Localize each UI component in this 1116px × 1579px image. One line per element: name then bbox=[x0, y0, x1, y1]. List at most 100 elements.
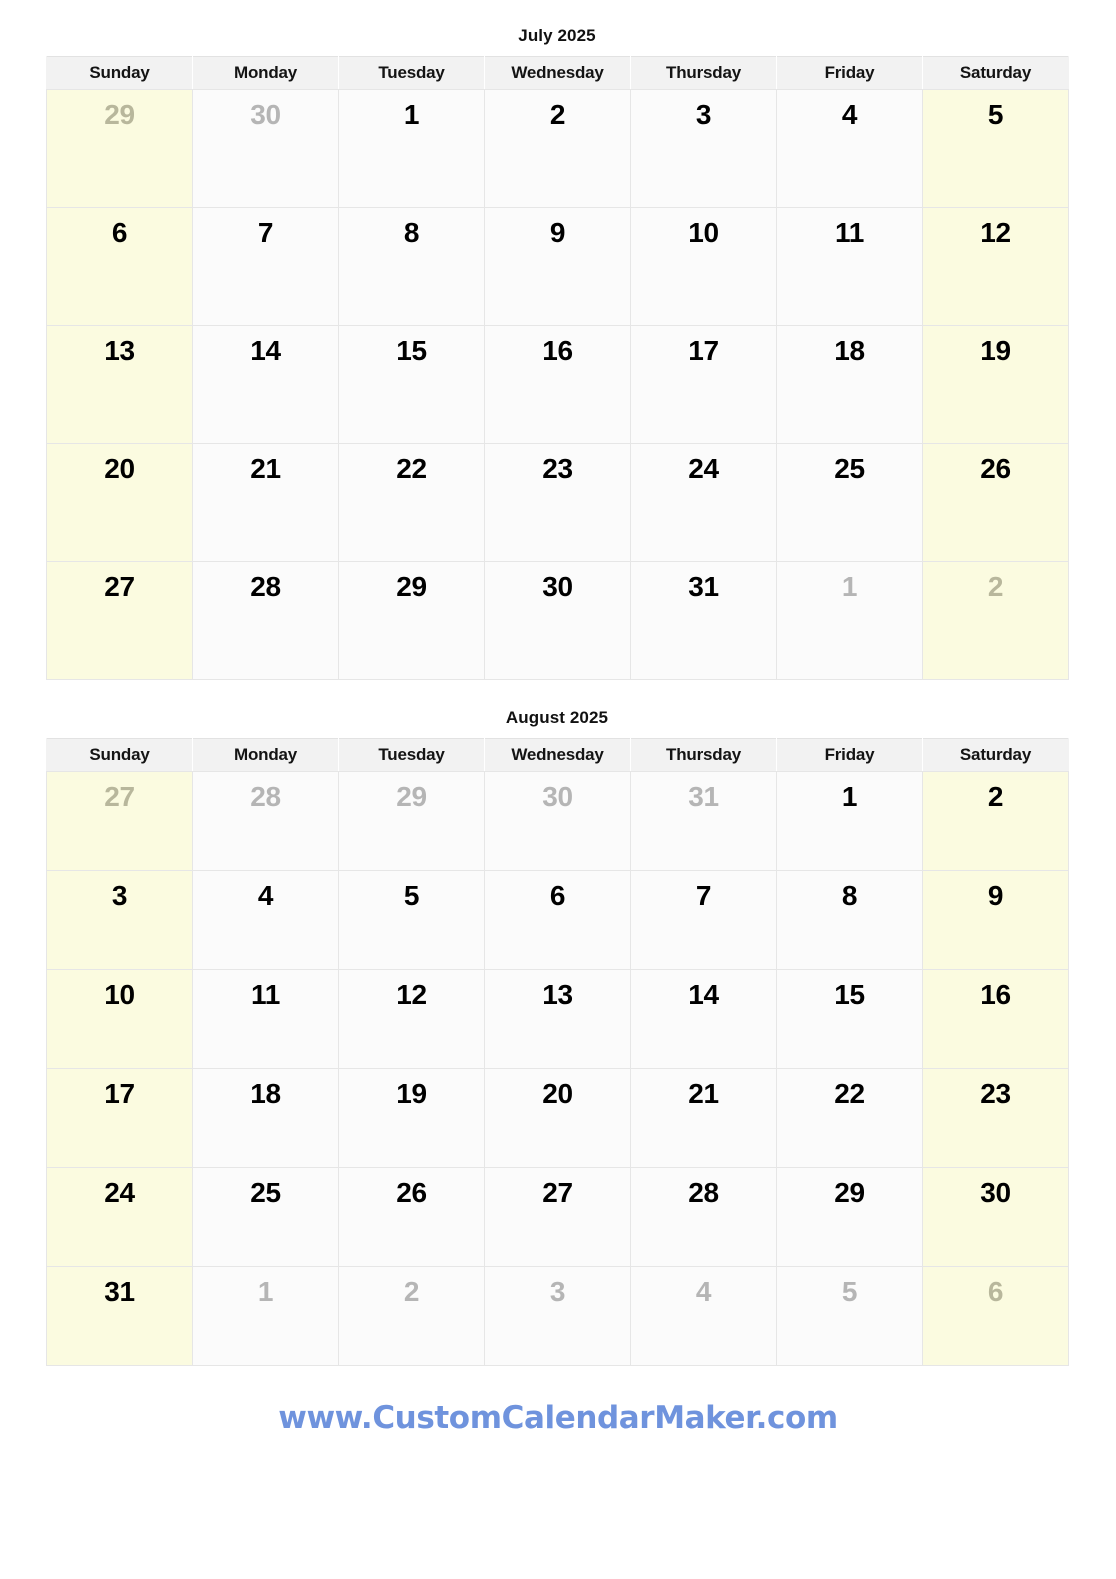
day-name-row: Sunday Monday Tuesday Wednesday Thursday Frid… bbox=[46, 56, 1069, 90]
calendar-day-cell[interactable]: 2 bbox=[484, 89, 631, 208]
day-number: 22 bbox=[396, 453, 427, 484]
calendar-day-cell[interactable]: 6 bbox=[922, 1266, 1069, 1366]
calendar-day-cell[interactable]: 31 bbox=[630, 771, 777, 871]
day-number: 20 bbox=[104, 453, 135, 484]
calendar-day-cell[interactable]: 26 bbox=[338, 1167, 485, 1267]
calendar-week-row: 17 18 19 20 21 22 23 bbox=[46, 1068, 1069, 1168]
calendar-day-cell[interactable]: 7 bbox=[630, 870, 777, 970]
calendar-day-cell[interactable]: 20 bbox=[484, 1068, 631, 1168]
calendar-day-cell[interactable]: 2 bbox=[338, 1266, 485, 1366]
day-number: 24 bbox=[688, 453, 719, 484]
calendar-day-cell[interactable]: 11 bbox=[776, 207, 923, 326]
calendar-day-cell[interactable]: 16 bbox=[922, 969, 1069, 1069]
day-number: 28 bbox=[250, 571, 281, 602]
calendar-day-cell[interactable]: 16 bbox=[484, 325, 631, 444]
day-name-row: Sunday Monday Tuesday Wednesday Thursday Frid… bbox=[46, 738, 1069, 772]
calendar-day-cell[interactable]: 28 bbox=[192, 771, 339, 871]
calendar-day-cell[interactable]: 2 bbox=[922, 771, 1069, 871]
calendar-day-cell[interactable]: 10 bbox=[630, 207, 777, 326]
calendar-day-cell[interactable]: 12 bbox=[922, 207, 1069, 326]
calendar-day-cell[interactable]: 5 bbox=[338, 870, 485, 970]
calendar-day-cell[interactable]: 25 bbox=[192, 1167, 339, 1267]
calendar-day-cell[interactable]: 21 bbox=[192, 443, 339, 562]
day-number: 1 bbox=[841, 571, 858, 602]
calendar-day-cell[interactable]: 31 bbox=[630, 561, 777, 680]
calendar-day-cell[interactable]: 17 bbox=[630, 325, 777, 444]
calendar-day-cell[interactable]: 11 bbox=[192, 969, 339, 1069]
day-number: 2 bbox=[403, 1276, 420, 1307]
calendar-day-cell[interactable]: 3 bbox=[630, 89, 777, 208]
calendar-day-cell[interactable]: 22 bbox=[338, 443, 485, 562]
footer-website-link[interactable]: www.CustomCalendarMaker.com bbox=[278, 1400, 838, 1436]
calendar-day-cell[interactable]: 17 bbox=[46, 1068, 193, 1168]
day-number: 2 bbox=[549, 99, 566, 130]
day-number: 24 bbox=[104, 1177, 135, 1208]
calendar-day-cell[interactable]: 6 bbox=[484, 870, 631, 970]
calendar-day-cell[interactable]: 7 bbox=[192, 207, 339, 326]
calendar-day-cell[interactable]: 4 bbox=[776, 89, 923, 208]
calendar-day-cell[interactable]: 14 bbox=[192, 325, 339, 444]
calendar-day-cell[interactable]: 3 bbox=[484, 1266, 631, 1366]
calendar-day-cell[interactable]: 3 bbox=[46, 870, 193, 970]
calendar-day-cell[interactable]: 29 bbox=[338, 771, 485, 871]
calendar-day-cell[interactable]: 1 bbox=[776, 771, 923, 871]
calendar-day-cell[interactable]: 9 bbox=[922, 870, 1069, 970]
calendar-day-cell[interactable]: 22 bbox=[776, 1068, 923, 1168]
calendar-day-cell[interactable]: 12 bbox=[338, 969, 485, 1069]
calendar-day-cell[interactable]: 30 bbox=[484, 561, 631, 680]
calendar-day-cell[interactable]: 20 bbox=[46, 443, 193, 562]
calendar-day-cell[interactable]: 30 bbox=[192, 89, 339, 208]
calendar-day-cell[interactable]: 28 bbox=[192, 561, 339, 680]
calendar-day-cell[interactable]: 25 bbox=[776, 443, 923, 562]
day-number: 15 bbox=[396, 335, 427, 366]
calendar-day-cell[interactable]: 1 bbox=[776, 561, 923, 680]
calendar-day-cell[interactable]: 9 bbox=[484, 207, 631, 326]
calendar-day-cell[interactable]: 1 bbox=[192, 1266, 339, 1366]
calendar-day-cell[interactable]: 18 bbox=[192, 1068, 339, 1168]
calendar-day-cell[interactable]: 13 bbox=[484, 969, 631, 1069]
calendar-day-cell[interactable]: 24 bbox=[46, 1167, 193, 1267]
day-name-header-thursday: Thursday bbox=[630, 738, 777, 772]
calendar-day-cell[interactable]: 21 bbox=[630, 1068, 777, 1168]
calendar-day-cell[interactable]: 29 bbox=[338, 561, 485, 680]
calendar-day-cell[interactable]: 1 bbox=[338, 89, 485, 208]
calendar-day-cell[interactable]: 4 bbox=[630, 1266, 777, 1366]
calendar-day-cell[interactable]: 4 bbox=[192, 870, 339, 970]
calendar-day-cell[interactable]: 8 bbox=[338, 207, 485, 326]
calendar-day-cell[interactable]: 30 bbox=[922, 1167, 1069, 1267]
day-number: 23 bbox=[542, 453, 573, 484]
day-name-header-friday: Friday bbox=[776, 56, 923, 90]
calendar-day-cell[interactable]: 5 bbox=[776, 1266, 923, 1366]
calendar-day-cell[interactable]: 19 bbox=[338, 1068, 485, 1168]
calendar-day-cell[interactable]: 15 bbox=[338, 325, 485, 444]
calendar-day-cell[interactable]: 6 bbox=[46, 207, 193, 326]
day-number: 7 bbox=[695, 880, 712, 911]
calendar-day-cell[interactable]: 26 bbox=[922, 443, 1069, 562]
calendar-day-cell[interactable]: 27 bbox=[46, 561, 193, 680]
calendar-day-cell[interactable]: 2 bbox=[922, 561, 1069, 680]
calendar-day-cell[interactable]: 14 bbox=[630, 969, 777, 1069]
calendar-day-cell[interactable]: 24 bbox=[630, 443, 777, 562]
calendar-day-cell[interactable]: 8 bbox=[776, 870, 923, 970]
calendar-header-row: Sunday Monday Tuesday Wednesday Thursday Frid… bbox=[46, 738, 1069, 772]
calendar-day-cell[interactable]: 18 bbox=[776, 325, 923, 444]
calendar-day-cell[interactable]: 15 bbox=[776, 969, 923, 1069]
calendar-day-cell[interactable]: 27 bbox=[484, 1167, 631, 1267]
calendar-day-cell[interactable]: 29 bbox=[776, 1167, 923, 1267]
calendar-day-cell[interactable]: 23 bbox=[484, 443, 631, 562]
day-number: 4 bbox=[257, 880, 274, 911]
calendar-day-cell[interactable]: 10 bbox=[46, 969, 193, 1069]
calendar-day-cell[interactable]: 27 bbox=[46, 771, 193, 871]
day-number: 11 bbox=[251, 979, 280, 1010]
day-number: 25 bbox=[250, 1177, 281, 1208]
calendar-day-cell[interactable]: 30 bbox=[484, 771, 631, 871]
calendar-day-cell[interactable]: 29 bbox=[46, 89, 193, 208]
calendar-grid: Sunday Monday Tuesday Wednesday Thursday Frid… bbox=[46, 738, 1069, 1366]
calendar-day-cell[interactable]: 19 bbox=[922, 325, 1069, 444]
calendar-day-cell[interactable]: 31 bbox=[46, 1266, 193, 1366]
month-title: July 2025 bbox=[518, 26, 596, 45]
calendar-day-cell[interactable]: 28 bbox=[630, 1167, 777, 1267]
calendar-day-cell[interactable]: 13 bbox=[46, 325, 193, 444]
calendar-day-cell[interactable]: 23 bbox=[922, 1068, 1069, 1168]
calendar-day-cell[interactable]: 5 bbox=[922, 89, 1069, 208]
